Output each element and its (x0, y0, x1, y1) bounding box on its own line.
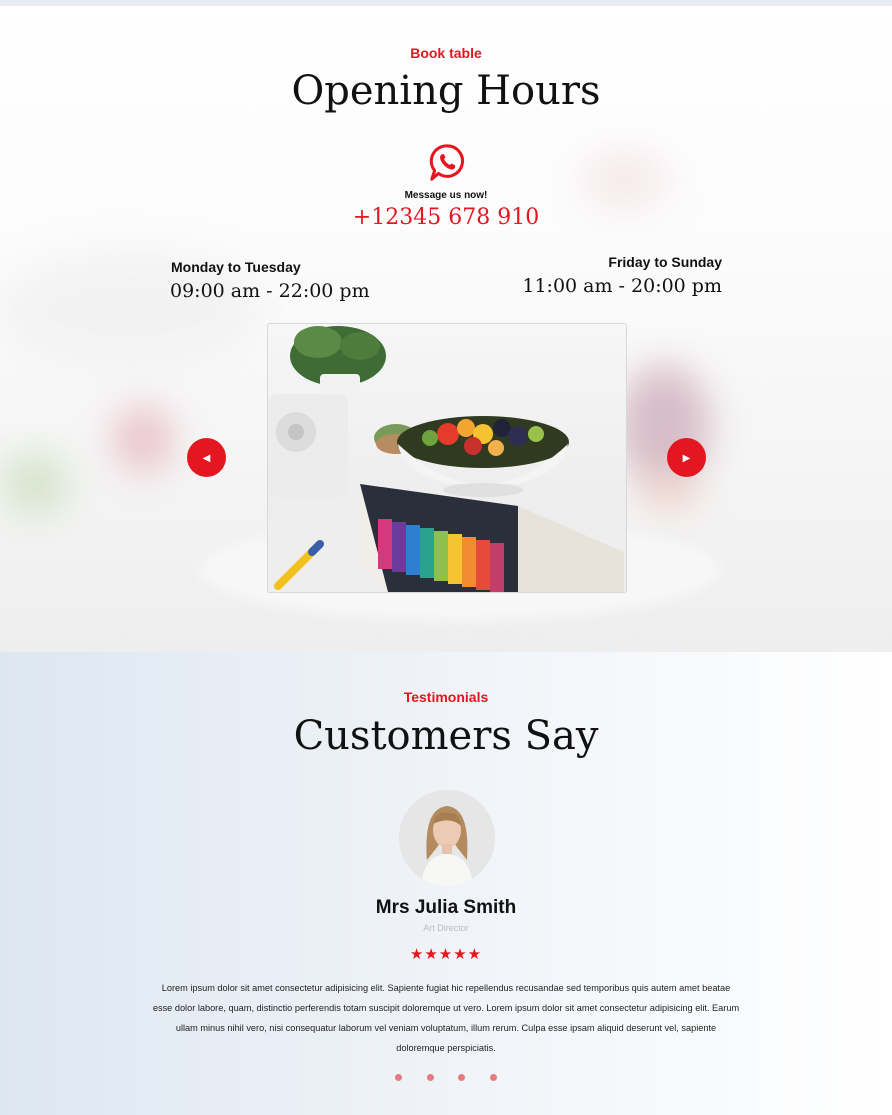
testimonial-pagination (0, 1068, 892, 1086)
schedule-days: Monday to Tuesday (171, 259, 301, 275)
section-eyebrow: Book table (410, 45, 482, 61)
pagination-dot[interactable] (458, 1074, 466, 1081)
background-blur (580, 150, 670, 210)
background-blur (112, 405, 174, 473)
schedule-time: 11:00 am - 20:00 pm (522, 275, 722, 297)
top-divider (0, 0, 892, 6)
triangle-left-icon: ◀ (202, 453, 211, 464)
food-photo (267, 323, 627, 593)
pagination-dot[interactable] (489, 1074, 497, 1081)
pagination-dot[interactable] (395, 1074, 403, 1081)
reviewer-photo (399, 790, 495, 886)
phone-number[interactable]: +12345 678 910 (0, 205, 892, 230)
review-text: Lorem ipsum dolor sit amet consectetur a… (152, 983, 740, 1053)
salad-bowl-image (268, 324, 626, 592)
section-title: Customers Say (293, 713, 599, 759)
reviewer-role: Art Director (423, 923, 469, 933)
schedule-time: 09:00 am - 22:00 pm (170, 280, 370, 302)
triangle-right-icon: ▶ (682, 453, 691, 464)
pagination-dot[interactable] (426, 1074, 434, 1081)
schedule-days: Friday to Sunday (608, 254, 722, 270)
avatar (399, 790, 495, 886)
message-label: Message us now! (404, 190, 488, 201)
section-title: Opening Hours (291, 68, 601, 114)
slider-prev-button[interactable]: ◀ (187, 438, 226, 477)
whatsapp-icon[interactable] (428, 143, 466, 183)
rating-stars: ★★★★★ (409, 946, 483, 963)
section-eyebrow: Testimonials (403, 689, 489, 705)
slider-next-button[interactable]: ▶ (667, 438, 706, 477)
background-blur (0, 452, 70, 516)
reviewer-name: Mrs Julia Smith (375, 897, 517, 918)
